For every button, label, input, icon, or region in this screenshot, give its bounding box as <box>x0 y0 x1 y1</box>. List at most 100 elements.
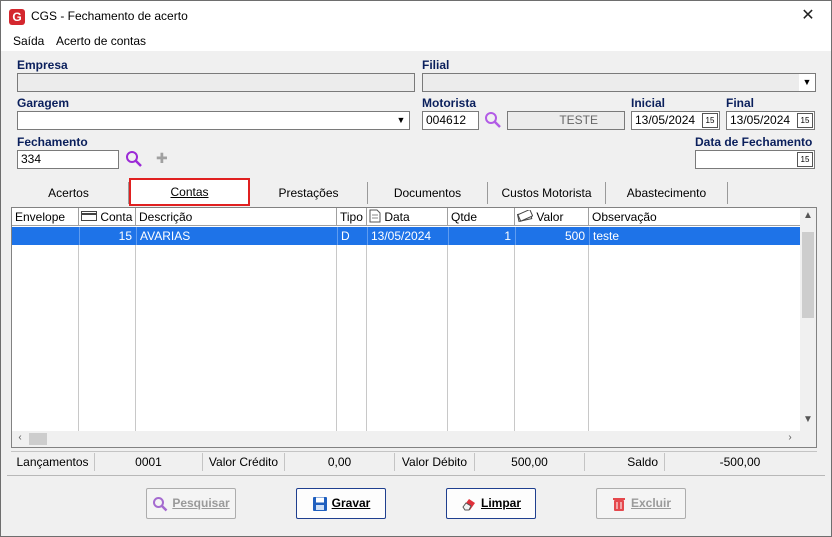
cell-envelope <box>12 227 78 245</box>
credito-value: 0,00 <box>285 453 395 471</box>
grid-divider <box>514 227 515 432</box>
cell-descricao: AVARIAS <box>136 227 336 245</box>
tab-prestacoes[interactable]: Prestações <box>250 182 368 204</box>
scroll-thumb[interactable] <box>802 232 814 318</box>
grid-divider <box>447 227 448 432</box>
tab-acertos[interactable]: Acertos <box>9 182 129 204</box>
filial-select[interactable]: ▼ <box>422 73 816 92</box>
motorista-name: TESTE <box>559 113 598 127</box>
inicial-label: Inicial <box>631 96 666 110</box>
motorista-name-field: TESTE <box>507 111 625 130</box>
cell-tipo: D <box>337 227 366 245</box>
debito-label: Valor Débito <box>395 453 475 471</box>
table-row[interactable]: 15 AVARIAS D 13/05/2024 1 500 teste <box>12 227 801 245</box>
cell-data: 13/05/2024 <box>367 227 447 245</box>
tab-contas[interactable]: Contas <box>129 178 250 206</box>
vertical-scrollbar[interactable]: ▲ ▼ <box>800 208 816 431</box>
pesquisar-label: Pesquisar <box>172 496 230 510</box>
garagem-label: Garagem <box>17 96 70 110</box>
empresa-label: Empresa <box>17 58 68 72</box>
lancamentos-label: Lançamentos <box>11 453 95 471</box>
filial-label: Filial <box>422 58 450 72</box>
final-label: Final <box>726 96 755 110</box>
motorista-label: Motorista <box>422 96 476 110</box>
tab-custos-motorista[interactable]: Custos Motorista <box>488 182 606 204</box>
trash-icon <box>612 497 625 511</box>
menu-acerto-contas[interactable]: Acerto de contas <box>56 34 146 48</box>
grid-divider <box>588 227 589 432</box>
empresa-field[interactable] <box>17 73 415 92</box>
col-conta-header[interactable]: Conta <box>79 208 136 226</box>
col-valor-header[interactable]: Valor <box>515 208 589 226</box>
final-value: 13/05/2024 <box>730 113 791 127</box>
final-date-input[interactable]: 13/05/2024 15 <box>726 111 815 130</box>
limpar-label: Limpar <box>480 496 521 510</box>
horizontal-scrollbar[interactable]: ‹ › <box>12 431 816 447</box>
credito-label: Valor Crédito <box>203 453 285 471</box>
search-icon[interactable] <box>484 111 502 129</box>
window-title: CGS - Fechamento de acerto <box>31 9 188 23</box>
excluir-button[interactable]: Excluir <box>596 488 686 519</box>
tab-abastecimento[interactable]: Abastecimento <box>606 182 728 204</box>
search-icon[interactable] <box>125 150 143 168</box>
col-descricao[interactable]: Descrição <box>136 208 337 226</box>
saldo-value: -500,00 <box>719 455 761 469</box>
col-data-header[interactable]: Data <box>367 208 448 226</box>
col-tipo[interactable]: Tipo <box>337 208 367 226</box>
document-icon <box>369 209 381 223</box>
calendar-icon[interactable]: 15 <box>702 113 718 128</box>
card-icon <box>81 211 97 221</box>
eraser-icon <box>462 498 475 511</box>
excluir-label: Excluir <box>630 496 672 510</box>
inicial-value: 13/05/2024 <box>635 113 696 127</box>
col-data: Data <box>384 210 410 224</box>
contas-grid[interactable]: Envelope Conta Descrição Tipo Data Qtde … <box>11 207 817 448</box>
debito-value: 500,00 <box>475 453 585 471</box>
fechamento-label: Fechamento <box>17 135 88 149</box>
lancamentos-value: 0001 <box>95 453 203 471</box>
scroll-thumb[interactable] <box>29 433 47 445</box>
cell-observacao: teste <box>589 227 801 245</box>
garagem-select[interactable]: ▼ <box>17 111 410 130</box>
col-qtde[interactable]: Qtde <box>448 208 515 226</box>
gravar-button[interactable]: Gravar <box>296 488 386 519</box>
summary-bar: Lançamentos 0001 Valor Crédito 0,00 Valo… <box>11 451 817 471</box>
chevron-down-icon[interactable]: ▼ <box>393 112 409 129</box>
col-conta: Conta <box>100 210 133 224</box>
pesquisar-button[interactable]: Pesquisar <box>146 488 236 519</box>
fechamento-input[interactable]: 334 <box>17 150 119 169</box>
limpar-button[interactable]: Limpar <box>446 488 536 519</box>
search-icon <box>153 496 168 512</box>
tab-bar: Acertos Contas Prestações Documentos Cus… <box>9 178 729 206</box>
col-valor: Valor <box>536 210 564 224</box>
col-envelope[interactable]: Envelope <box>12 208 79 226</box>
motorista-code-input[interactable]: 004612 <box>422 111 479 130</box>
chevron-down-icon[interactable]: ▼ <box>799 74 815 91</box>
grid-divider <box>366 227 367 432</box>
grid-divider <box>135 227 136 432</box>
scroll-down-icon[interactable]: ▼ <box>800 414 816 425</box>
scroll-right-icon[interactable]: › <box>782 432 798 443</box>
close-button[interactable]: ✕ <box>785 1 831 31</box>
scroll-left-icon[interactable]: ‹ <box>12 432 28 443</box>
inicial-date-input[interactable]: 13/05/2024 15 <box>631 111 720 130</box>
grid-divider <box>78 227 79 432</box>
floppy-disk-icon <box>312 496 327 511</box>
calendar-icon[interactable]: 15 <box>797 152 813 167</box>
calendar-icon[interactable]: 15 <box>797 113 813 128</box>
plus-icon[interactable]: ✚ <box>156 150 168 167</box>
money-icon <box>516 208 534 222</box>
col-observacao[interactable]: Observação <box>589 208 802 226</box>
app-logo-icon: G <box>9 9 25 25</box>
data-fechamento-label: Data de Fechamento <box>695 135 813 149</box>
fechamento-acerto-window: G CGS - Fechamento de acerto ✕ Saída Ace… <box>0 0 832 537</box>
cell-valor: 500 <box>515 227 588 245</box>
data-fechamento-input[interactable]: / / 15 <box>695 150 815 169</box>
button-bar: Pesquisar Gravar Limpar Excluir <box>7 475 825 531</box>
gravar-label: Gravar <box>331 496 371 510</box>
menu-saida[interactable]: Saída <box>13 34 44 48</box>
tab-documentos[interactable]: Documentos <box>368 182 488 204</box>
scroll-up-icon[interactable]: ▲ <box>800 210 816 221</box>
grid-divider <box>336 227 337 432</box>
title-bar: G CGS - Fechamento de acerto ✕ <box>1 1 831 31</box>
